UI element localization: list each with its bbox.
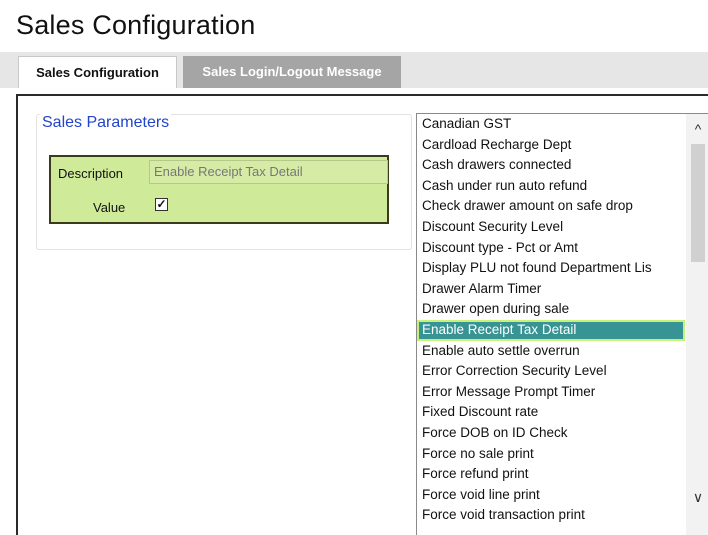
- list-item[interactable]: Enable auto settle overrun: [417, 341, 685, 362]
- tab-content-panel: Sales Parameters Description Enable Rece…: [16, 94, 708, 535]
- list-item[interactable]: Force void line print: [417, 485, 685, 506]
- list-item[interactable]: Drawer Alarm Timer: [417, 279, 685, 300]
- list-item[interactable]: Force no sale print: [417, 444, 685, 465]
- list-item[interactable]: Discount Security Level: [417, 217, 685, 238]
- chevron-down-icon[interactable]: ∨: [686, 486, 708, 508]
- tab-bar: Sales Configuration Sales Login/Logout M…: [0, 52, 708, 88]
- parameter-editor: Description Enable Receipt Tax Detail Va…: [49, 155, 389, 224]
- sales-parameters-group: Sales Parameters Description Enable Rece…: [36, 114, 412, 250]
- list-item[interactable]: Fixed Discount rate: [417, 402, 685, 423]
- list-scrollbar[interactable]: ^ ∨: [686, 114, 708, 535]
- description-field[interactable]: Enable Receipt Tax Detail: [149, 160, 388, 184]
- parameter-list-items: Canadian GST Cardload Recharge Dept Cash d…: [417, 114, 685, 526]
- list-item[interactable]: Drawer open during sale: [417, 299, 685, 320]
- value-checkbox[interactable]: ✓: [155, 198, 168, 211]
- list-item[interactable]: Cash drawers connected: [417, 155, 685, 176]
- sales-parameters-legend: Sales Parameters: [40, 114, 172, 132]
- list-item[interactable]: Force refund print: [417, 464, 685, 485]
- tab-sales-login-logout-message[interactable]: Sales Login/Logout Message: [183, 56, 401, 88]
- description-label: Description: [58, 166, 124, 181]
- list-item[interactable]: Canadian GST: [417, 114, 685, 135]
- page-title: Sales Configuration: [16, 10, 256, 40]
- tab-sales-configuration[interactable]: Sales Configuration: [18, 56, 177, 88]
- list-item[interactable]: Force void transaction print: [417, 505, 685, 526]
- list-item[interactable]: Discount type - Pct or Amt: [417, 238, 685, 259]
- value-label: Value: [93, 200, 126, 215]
- scrollbar-thumb[interactable]: [691, 144, 705, 262]
- parameter-list[interactable]: Canadian GST Cardload Recharge Dept Cash d…: [416, 113, 708, 535]
- list-item-selected[interactable]: Enable Receipt Tax Detail: [417, 319, 685, 341]
- checkmark-icon: ✓: [156, 197, 167, 211]
- list-item[interactable]: Display PLU not found Department Lis: [417, 258, 685, 279]
- chevron-up-icon[interactable]: ^: [686, 118, 708, 140]
- list-item[interactable]: Cash under run auto refund: [417, 176, 685, 197]
- list-item[interactable]: Check drawer amount on safe drop: [417, 196, 685, 217]
- list-item[interactable]: Error Message Prompt Timer: [417, 382, 685, 403]
- list-item[interactable]: Force DOB on ID Check: [417, 423, 685, 444]
- list-item[interactable]: Cardload Recharge Dept: [417, 135, 685, 156]
- list-item[interactable]: Error Correction Security Level: [417, 361, 685, 382]
